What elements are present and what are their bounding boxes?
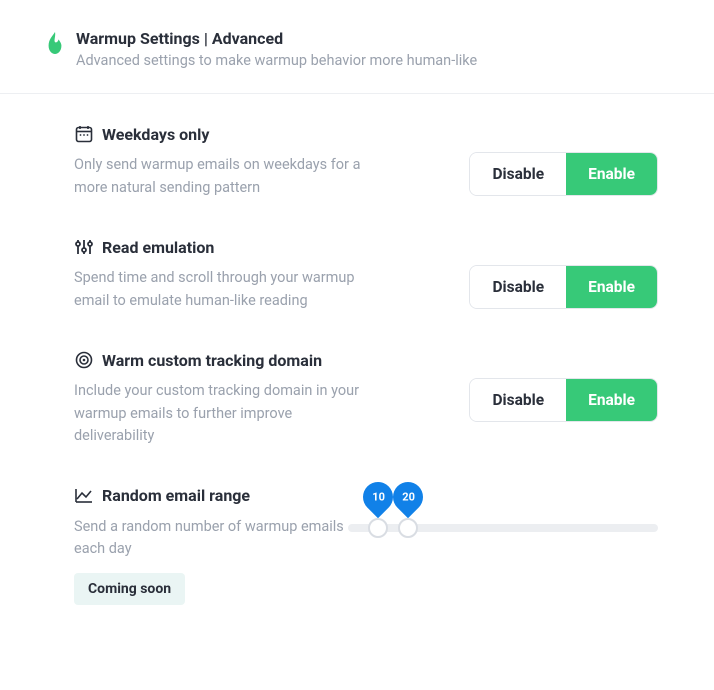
- tracking-disable-button[interactable]: Disable: [470, 379, 566, 421]
- settings-body: Weekdays only Only send warmup emails on…: [0, 94, 714, 604]
- flame-icon: [44, 30, 66, 56]
- setting-weekdays-left: Weekdays only Only send warmup emails on…: [74, 124, 374, 199]
- setting-tracking-domain: Warm custom tracking domain Include your…: [74, 350, 658, 447]
- range-title: Random email range: [102, 486, 250, 505]
- range-slider[interactable]: 10 20: [348, 482, 658, 532]
- calendar-icon: [74, 124, 94, 144]
- slider-track[interactable]: [348, 524, 658, 532]
- weekdays-disable-button[interactable]: Disable: [470, 153, 566, 195]
- slider-thumb-min[interactable]: [368, 518, 388, 538]
- slider-thumb-max[interactable]: [398, 518, 418, 538]
- tracking-enable-button[interactable]: Enable: [566, 379, 657, 421]
- range-desc: Send a random number of warmup emails ea…: [74, 516, 348, 561]
- read-title: Read emulation: [102, 238, 214, 257]
- tracking-title: Warm custom tracking domain: [102, 351, 322, 370]
- setting-random-range: Random email range Send a random number …: [74, 486, 658, 605]
- slider-max-value: 20: [402, 490, 415, 503]
- slider-min-value: 10: [372, 490, 385, 503]
- coming-soon-badge: Coming soon: [74, 573, 185, 605]
- settings-sliders-icon: [74, 237, 94, 257]
- setting-weekdays: Weekdays only Only send warmup emails on…: [74, 124, 658, 199]
- range-left: Random email range Send a random number …: [74, 486, 348, 605]
- setting-read-emulation: Read emulation Spend time and scroll thr…: [74, 237, 658, 312]
- page-subtitle: Advanced settings to make warmup behavio…: [76, 52, 477, 69]
- read-enable-button[interactable]: Enable: [566, 266, 657, 308]
- read-disable-button[interactable]: Disable: [470, 266, 566, 308]
- chart-line-icon: [74, 486, 94, 506]
- weekdays-desc: Only send warmup emails on weekdays for …: [74, 154, 374, 199]
- page-title: Warmup Settings | Advanced: [76, 28, 477, 50]
- weekdays-title: Weekdays only: [102, 125, 209, 144]
- read-left: Read emulation Spend time and scroll thr…: [74, 237, 374, 312]
- slider-pin-max: 20: [393, 482, 423, 512]
- tracking-desc: Include your custom tracking domain in y…: [74, 380, 374, 447]
- target-icon: [74, 350, 94, 370]
- read-toggle: Disable Enable: [469, 265, 658, 309]
- slider-pin-min: 10: [363, 482, 393, 512]
- weekdays-enable-button[interactable]: Enable: [566, 153, 657, 195]
- tracking-left: Warm custom tracking domain Include your…: [74, 350, 374, 447]
- tracking-toggle: Disable Enable: [469, 378, 658, 422]
- header-text-block: Warmup Settings | Advanced Advanced sett…: [76, 28, 477, 69]
- page-header: Warmup Settings | Advanced Advanced sett…: [0, 0, 714, 94]
- weekdays-toggle: Disable Enable: [469, 152, 658, 196]
- read-desc: Spend time and scroll through your warmu…: [74, 267, 374, 312]
